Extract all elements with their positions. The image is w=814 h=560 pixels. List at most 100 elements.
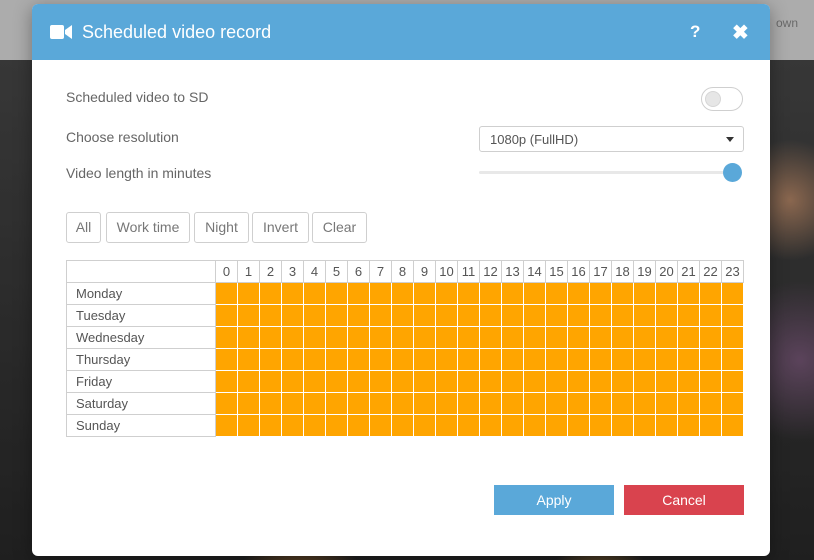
- video-sd-toggle[interactable]: [701, 87, 743, 111]
- schedule-slot[interactable]: [435, 304, 458, 327]
- hour-header[interactable]: 11: [457, 260, 480, 283]
- schedule-slot[interactable]: [633, 370, 656, 393]
- schedule-slot[interactable]: [369, 282, 392, 305]
- schedule-slot[interactable]: [721, 414, 744, 437]
- schedule-slot[interactable]: [281, 414, 304, 437]
- schedule-slot[interactable]: [567, 348, 590, 371]
- schedule-slot[interactable]: [611, 304, 634, 327]
- schedule-slot[interactable]: [699, 304, 722, 327]
- schedule-slot[interactable]: [611, 414, 634, 437]
- schedule-slot[interactable]: [721, 392, 744, 415]
- schedule-slot[interactable]: [259, 304, 282, 327]
- schedule-slot[interactable]: [457, 304, 480, 327]
- hour-header[interactable]: 10: [435, 260, 458, 283]
- schedule-slot[interactable]: [303, 282, 326, 305]
- day-label[interactable]: Monday: [66, 282, 216, 305]
- schedule-slot[interactable]: [259, 326, 282, 349]
- hour-header[interactable]: 18: [611, 260, 634, 283]
- help-icon[interactable]: ?: [690, 22, 700, 42]
- schedule-slot[interactable]: [655, 326, 678, 349]
- schedule-slot[interactable]: [259, 414, 282, 437]
- hour-header[interactable]: 23: [721, 260, 744, 283]
- schedule-slot[interactable]: [655, 304, 678, 327]
- schedule-slot[interactable]: [699, 414, 722, 437]
- day-label[interactable]: Tuesday: [66, 304, 216, 327]
- hour-header[interactable]: 1: [237, 260, 260, 283]
- schedule-slot[interactable]: [501, 392, 524, 415]
- schedule-slot[interactable]: [435, 370, 458, 393]
- schedule-slot[interactable]: [567, 414, 590, 437]
- schedule-slot[interactable]: [435, 348, 458, 371]
- schedule-slot[interactable]: [303, 392, 326, 415]
- schedule-slot[interactable]: [259, 392, 282, 415]
- schedule-slot[interactable]: [721, 370, 744, 393]
- schedule-slot[interactable]: [435, 392, 458, 415]
- schedule-slot[interactable]: [699, 282, 722, 305]
- schedule-slot[interactable]: [369, 370, 392, 393]
- schedule-slot[interactable]: [677, 348, 700, 371]
- schedule-slot[interactable]: [413, 304, 436, 327]
- schedule-slot[interactable]: [479, 392, 502, 415]
- schedule-slot[interactable]: [589, 304, 612, 327]
- schedule-slot[interactable]: [369, 414, 392, 437]
- hour-header[interactable]: 16: [567, 260, 590, 283]
- schedule-slot[interactable]: [237, 348, 260, 371]
- schedule-slot[interactable]: [391, 414, 414, 437]
- schedule-slot[interactable]: [413, 370, 436, 393]
- schedule-slot[interactable]: [391, 348, 414, 371]
- schedule-slot[interactable]: [611, 392, 634, 415]
- schedule-slot[interactable]: [413, 348, 436, 371]
- schedule-slot[interactable]: [281, 348, 304, 371]
- day-label[interactable]: Thursday: [66, 348, 216, 371]
- schedule-slot[interactable]: [633, 282, 656, 305]
- schedule-slot[interactable]: [347, 370, 370, 393]
- schedule-slot[interactable]: [611, 348, 634, 371]
- schedule-slot[interactable]: [391, 370, 414, 393]
- schedule-slot[interactable]: [567, 370, 590, 393]
- hour-header[interactable]: 17: [589, 260, 612, 283]
- schedule-slot[interactable]: [303, 370, 326, 393]
- schedule-slot[interactable]: [545, 326, 568, 349]
- schedule-slot[interactable]: [237, 414, 260, 437]
- schedule-slot[interactable]: [457, 326, 480, 349]
- schedule-slot[interactable]: [347, 326, 370, 349]
- schedule-slot[interactable]: [347, 348, 370, 371]
- schedule-slot[interactable]: [523, 348, 546, 371]
- day-label[interactable]: Saturday: [66, 392, 216, 415]
- schedule-slot[interactable]: [567, 282, 590, 305]
- schedule-slot[interactable]: [721, 304, 744, 327]
- schedule-slot[interactable]: [325, 370, 348, 393]
- schedule-slot[interactable]: [699, 392, 722, 415]
- hour-header[interactable]: 21: [677, 260, 700, 283]
- schedule-slot[interactable]: [391, 282, 414, 305]
- schedule-slot[interactable]: [677, 414, 700, 437]
- hour-header[interactable]: 19: [633, 260, 656, 283]
- hour-header[interactable]: 8: [391, 260, 414, 283]
- schedule-slot[interactable]: [633, 304, 656, 327]
- schedule-slot[interactable]: [347, 392, 370, 415]
- hour-header[interactable]: 15: [545, 260, 568, 283]
- schedule-slot[interactable]: [457, 392, 480, 415]
- day-label[interactable]: Sunday: [66, 414, 216, 437]
- schedule-slot[interactable]: [303, 326, 326, 349]
- hour-header[interactable]: 3: [281, 260, 304, 283]
- resolution-select[interactable]: 1080p (FullHD): [479, 126, 744, 152]
- schedule-slot[interactable]: [655, 370, 678, 393]
- schedule-slot[interactable]: [369, 348, 392, 371]
- schedule-slot[interactable]: [523, 282, 546, 305]
- schedule-slot[interactable]: [391, 304, 414, 327]
- schedule-slot[interactable]: [633, 392, 656, 415]
- schedule-slot[interactable]: [611, 282, 634, 305]
- schedule-slot[interactable]: [237, 326, 260, 349]
- schedule-slot[interactable]: [259, 348, 282, 371]
- schedule-slot[interactable]: [413, 414, 436, 437]
- schedule-slot[interactable]: [721, 326, 744, 349]
- schedule-slot[interactable]: [391, 326, 414, 349]
- apply-button[interactable]: Apply: [494, 485, 614, 515]
- schedule-slot[interactable]: [303, 348, 326, 371]
- schedule-slot[interactable]: [677, 370, 700, 393]
- schedule-slot[interactable]: [523, 370, 546, 393]
- hour-header[interactable]: 9: [413, 260, 436, 283]
- cancel-button[interactable]: Cancel: [624, 485, 744, 515]
- schedule-slot[interactable]: [215, 414, 238, 437]
